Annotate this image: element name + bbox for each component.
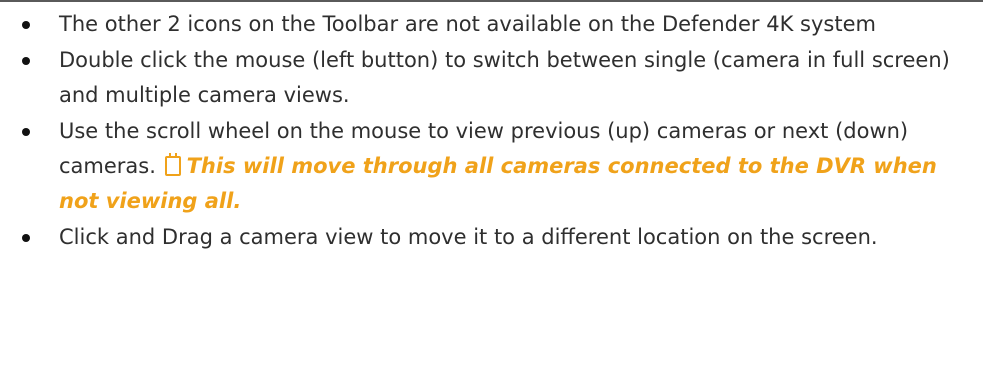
bullet-text: The other 2 icons on the Toolbar are not…: [59, 12, 876, 36]
list-item: Double click the mouse (left button) to …: [0, 43, 983, 113]
bullet-text: Double click the mouse (left button) to …: [59, 48, 950, 107]
list-item: Click and Drag a camera view to move it …: [0, 220, 983, 255]
bullet-text: Click and Drag a camera view to move it …: [59, 225, 878, 249]
document-page: The other 2 icons on the Toolbar are not…: [0, 0, 983, 371]
bullet-dot-icon: [22, 21, 30, 29]
list-item: Use the scroll wheel on the mouse to vie…: [0, 114, 983, 219]
bullet-dot-icon: [22, 128, 30, 136]
bullet-list: The other 2 icons on the Toolbar are not…: [0, 7, 983, 256]
bullet-dot-icon: [22, 57, 30, 65]
note-text: This will move through all cameras conne…: [59, 154, 937, 213]
bullet-dot-icon: [22, 234, 30, 242]
note-icon: [164, 153, 181, 176]
top-divider: [0, 0, 983, 2]
list-item: The other 2 icons on the Toolbar are not…: [0, 7, 983, 42]
